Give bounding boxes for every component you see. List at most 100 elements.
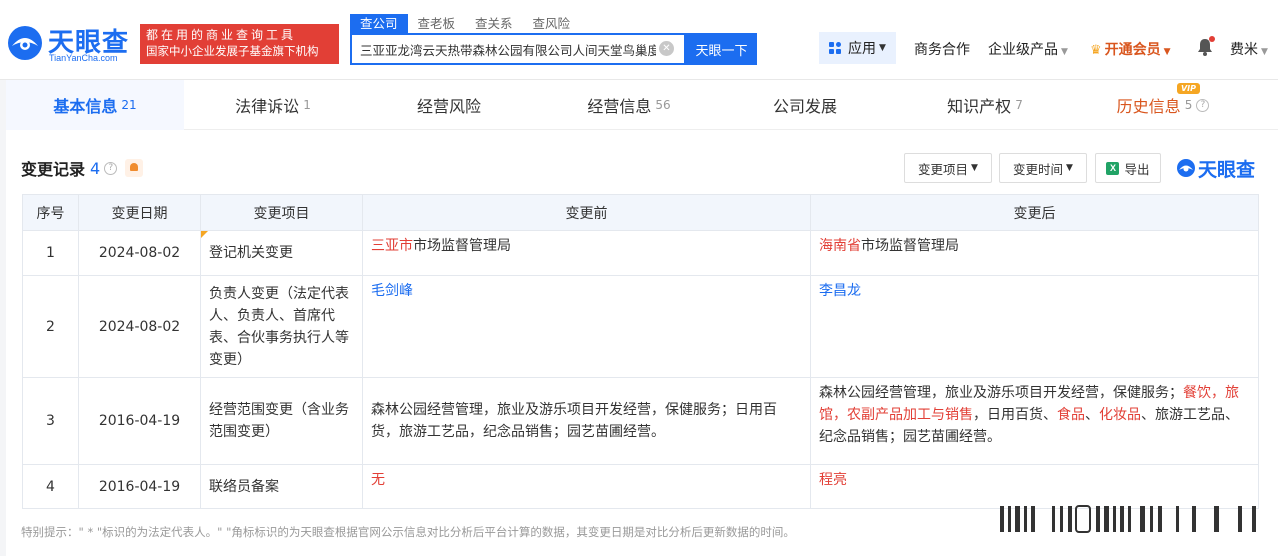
vip-badge: VIP (1176, 83, 1200, 94)
row-item: 经营范围变更（含业务范围变更） (200, 377, 363, 465)
cell-text: 海南省 (819, 238, 861, 254)
chevron-down-icon: ▼ (1066, 163, 1073, 173)
info-tabs: 基本信息 21 法律诉讼 1 经营风险 经营信息 56 公司发展 知识产权 7 VIP … (6, 80, 1278, 130)
table-header-row: 序号 变更日期 变更项目 变更前 变更后 (22, 194, 1259, 231)
user-menu[interactable]: 费米 ▼ (1230, 39, 1268, 59)
nav-enterprise-products[interactable]: 企业级产品 ▼ (988, 39, 1068, 59)
chevron-down-icon: ▼ (1261, 47, 1268, 57)
tab-count: 21 (121, 98, 137, 112)
notification-bell-icon[interactable] (1197, 36, 1215, 58)
nav-business-cooperation[interactable]: 商务合作 (914, 39, 970, 59)
tab-history[interactable]: VIP 历史信息 5 ? (1074, 80, 1252, 130)
tab-operation-risk[interactable]: 经营风险 (362, 80, 540, 130)
cell-text[interactable]: 毛剑峰 (371, 283, 413, 299)
row-before: 森林公园经营管理，旅业及游乐项目开发经营，保健服务；日用百货，旅游工艺品，纪念品… (362, 377, 811, 465)
tab-operation-info[interactable]: 经营信息 56 (540, 80, 718, 130)
promo-banner[interactable]: 都在用的商业查询工具 国家中小企业发展子基金旗下机构 (140, 24, 339, 64)
chevron-down-icon: ▼ (1163, 47, 1171, 57)
help-icon[interactable]: ? (104, 161, 118, 175)
row-before[interactable]: 毛剑峰 (362, 275, 811, 378)
row-before: 无 (362, 464, 811, 509)
user-name: 费米 (1230, 42, 1258, 58)
tab-development[interactable]: 公司发展 (718, 80, 896, 130)
row-no: 3 (22, 377, 79, 465)
tab-ip[interactable]: 知识产权 7 (896, 80, 1074, 130)
search-tab-risk[interactable]: 查风险 (523, 14, 581, 33)
row-item: 联络员备案 (200, 464, 363, 509)
monitor-bell-icon[interactable] (125, 159, 144, 177)
logo-eye-icon (1177, 159, 1195, 177)
top-header: 天眼查 TianYanCha.com 都在用的商业查询工具 国家中小企业发展子基… (0, 0, 1278, 80)
row-before: 三亚市市场监督管理局 (362, 230, 811, 276)
tianyancha-logo[interactable]: 天眼查 TianYanCha.com (6, 22, 136, 66)
export-button[interactable]: X 导出 (1095, 153, 1161, 183)
promo-line1: 都在用的商业查询工具 (146, 28, 297, 42)
chevron-down-icon: ▼ (971, 163, 978, 173)
row-after[interactable]: 李昌龙 (810, 275, 1259, 378)
row-date: 2016-04-19 (78, 464, 201, 509)
header-date: 变更日期 (78, 194, 201, 231)
logo-eye-icon (8, 26, 42, 60)
change-records-table: 序号 变更日期 变更项目 变更前 变更后 1 2024-08-02 登记机关变更… (22, 194, 1259, 509)
row-no: 2 (22, 275, 79, 378)
search-tab-company[interactable]: 查公司 (350, 14, 408, 33)
logo-subtext: TianYanCha.com (49, 53, 118, 63)
chevron-down-icon: ▼ (879, 43, 886, 53)
footnote: 特别提示：" * "标识的为法定代表人。" "角标标识的为天眼查根据官网公示信息… (21, 525, 795, 539)
apps-grid-icon (829, 41, 842, 55)
tab-count: 5 (1184, 98, 1193, 112)
row-item-text: 登记机关变更 (209, 245, 293, 261)
filter-label: 变更项目 (918, 161, 969, 177)
header-before: 变更前 (362, 194, 811, 231)
search-tab-boss[interactable]: 查老板 (408, 14, 466, 33)
row-item-text: 负责人变更（法定代表人、负责人、首席代表、合伙事务执行人等变更） (209, 285, 349, 368)
search-box: ✕ (350, 33, 686, 65)
excel-icon: X (1106, 161, 1120, 175)
row-after: 海南省市场监督管理局 (810, 230, 1259, 276)
table-row: 1 2024-08-02 登记机关变更 三亚市市场监督管理局 海南省市场监督管理… (22, 230, 1259, 276)
cell-text: 市场监督管理局 (413, 238, 511, 254)
cell-text: 化妆品 (1099, 407, 1141, 423)
row-after: 森林公园经营管理，旅业及游乐项目开发经营，保健服务；餐饮，旅馆，农副产品加工与销… (810, 377, 1259, 465)
apps-label: 应用 (848, 41, 876, 57)
tab-basic-info[interactable]: 基本信息 21 (6, 80, 184, 130)
search-tab-relation[interactable]: 查关系 (465, 14, 523, 33)
section-title: 变更记录 4 ? (21, 156, 144, 180)
row-item: 登记机关变更 (200, 230, 363, 276)
row-item-text: 经营范围变更（含业务范围变更） (209, 402, 349, 440)
search-type-tabs: 查公司 查老板 查关系 查风险 (350, 14, 580, 33)
search-input[interactable] (352, 35, 656, 63)
search-button[interactable]: 天眼一下 (686, 33, 757, 65)
row-date: 2016-04-19 (78, 377, 201, 465)
promo-line2: 国家中小企业发展子基金旗下机构 (146, 44, 319, 58)
table-row: 3 2016-04-19 经营范围变更（含业务范围变更） 森林公园经营管理，旅业… (22, 377, 1259, 465)
cell-text[interactable]: 李昌龙 (819, 283, 861, 299)
notification-dot (1209, 36, 1215, 42)
row-no: 1 (22, 230, 79, 276)
calculated-corner-mark (201, 231, 208, 238)
table-row: 4 2016-04-19 联络员备案 无 程亮 (22, 464, 1259, 509)
filter-change-item-button[interactable]: 变更项目 ▼ (904, 153, 992, 183)
crown-icon: ♛ (1090, 43, 1102, 58)
cell-text: 森林公园经营管理，旅业及游乐项目开发经营，保健服务； (819, 385, 1183, 401)
clear-icon[interactable]: ✕ (659, 41, 674, 56)
nav-vip-label: 开通会员 (1104, 42, 1161, 58)
cell-text: 市场监督管理局 (861, 238, 959, 254)
help-icon[interactable]: ? (1196, 98, 1210, 112)
tab-count: 1 (303, 98, 311, 112)
tab-legal[interactable]: 法律诉讼 1 (184, 80, 362, 130)
tab-label: 历史信息 (1116, 97, 1181, 116)
tab-count: 7 (1015, 98, 1023, 112)
filter-change-time-button[interactable]: 变更时间 ▼ (999, 153, 1087, 183)
row-after: 程亮 (810, 464, 1259, 509)
nav-vip[interactable]: ♛ 开通会员 ▼ (1090, 39, 1171, 59)
tianyancha-watermark-logo: 天眼查 (1176, 155, 1255, 181)
company-detail-card: 基本信息 21 法律诉讼 1 经营风险 经营信息 56 公司发展 知识产权 7 VIP … (6, 80, 1278, 556)
cell-text: 食品 (1057, 407, 1085, 423)
cell-text: 三亚市 (371, 238, 413, 254)
tab-label: 知识产权 (947, 97, 1012, 116)
nav-enterprise-label: 企业级产品 (988, 42, 1058, 58)
apps-button[interactable]: 应用 ▼ (819, 32, 896, 64)
tab-label: 法律诉讼 (235, 97, 300, 116)
barcode-watermark (1000, 505, 1256, 533)
